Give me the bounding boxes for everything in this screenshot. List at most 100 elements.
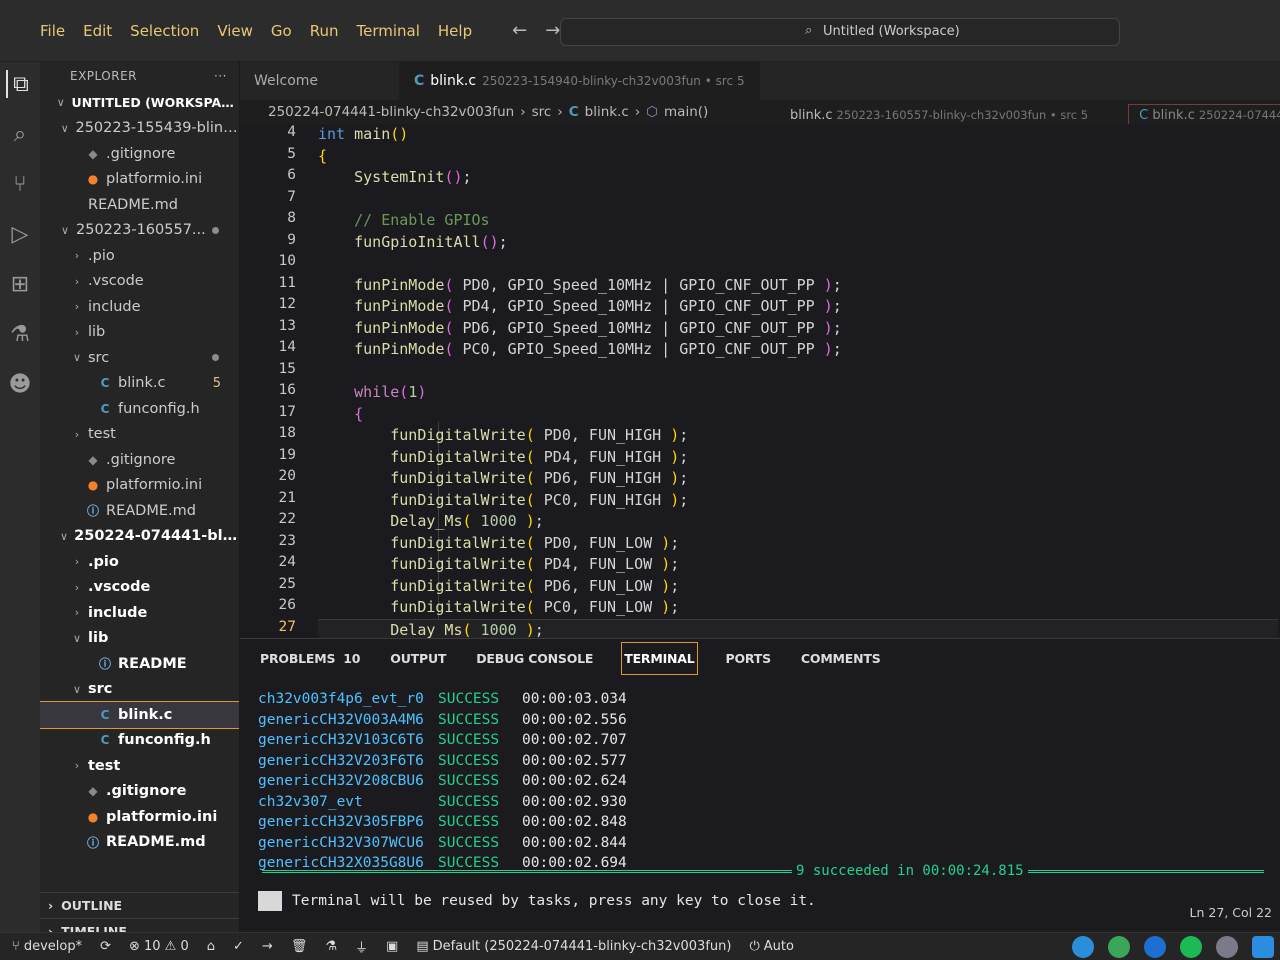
tree-folder[interactable]: › test (40, 422, 239, 448)
tree-file[interactable]: ● platformio.ini (40, 473, 239, 499)
menu-item-help[interactable]: Help (438, 22, 472, 40)
more-actions-icon[interactable]: ··· (214, 69, 227, 83)
workspace-root[interactable]: ∨ UNTITLED (WORKSPACE) (40, 90, 239, 116)
code-line[interactable]: Delay_Ms( 1000 ); (318, 618, 1278, 640)
menu-item-view[interactable]: View (217, 22, 253, 40)
code-line[interactable]: funDigitalWrite( PD0, FUN_LOW ); (318, 533, 679, 555)
menu-item-selection[interactable]: Selection (130, 22, 199, 40)
breadcrumb-item[interactable]: blink.c (585, 104, 629, 120)
timeline-section[interactable]: › TIMELINE (40, 918, 239, 932)
tree-folder[interactable]: › .pio (40, 243, 239, 269)
menu-item-go[interactable]: Go (271, 22, 292, 40)
source-control-icon[interactable]: ⑂ (6, 170, 34, 198)
menu-item-file[interactable]: File (40, 22, 65, 40)
problems-indicator[interactable]: ⊗ 10 ⚠ 0 (129, 939, 189, 954)
browser-icon[interactable] (1144, 936, 1166, 958)
code-line[interactable]: funDigitalWrite( PD4, FUN_HIGH ); (318, 447, 688, 469)
files-icon[interactable]: ⧉ (6, 70, 34, 98)
tree-folder[interactable]: › include (40, 294, 239, 320)
cursor-position[interactable]: Ln 27, Col 22 (1190, 905, 1272, 920)
platformio-icon[interactable]: ☻ (6, 370, 34, 398)
panel-tab-problems[interactable]: PROBLEMS 10 (258, 643, 362, 674)
tree-folder[interactable]: ∨ 250223-155439-blink... (40, 116, 239, 142)
code-line[interactable]: // Enable GPIOs (318, 210, 489, 232)
panel-tab-debug-console[interactable]: DEBUG CONSOLE (474, 643, 595, 674)
search-icon[interactable]: ⌕ (6, 120, 34, 148)
build-check-icon[interactable]: ✓ (233, 939, 244, 954)
branch-indicator[interactable]: ⑂ develop* (12, 939, 82, 954)
code-line[interactable]: SystemInit(); (318, 167, 471, 189)
tree-file[interactable]: ◆ .gitignore (40, 447, 239, 473)
code-line[interactable]: funDigitalWrite( PD6, FUN_LOW ); (318, 576, 679, 598)
breadcrumb-item[interactable]: src (532, 104, 552, 120)
tree-folder[interactable]: ∨ lib (40, 626, 239, 652)
tree-file[interactable]: Cblink.c (40, 701, 239, 729)
panel-tab-output[interactable]: OUTPUT (388, 643, 448, 674)
testing-icon[interactable]: ⚗ (6, 320, 34, 348)
tree-file[interactable]: ● platformio.ini (40, 804, 239, 830)
code-area[interactable]: int main(){ SystemInit(); // Enable GPIO… (318, 124, 1278, 640)
test-flask-icon[interactable]: ⚗ (325, 939, 337, 954)
tree-folder[interactable]: ∨ src (40, 345, 239, 371)
code-line[interactable]: Delay_Ms( 1000 ); (318, 511, 544, 533)
menu-item-edit[interactable]: Edit (83, 22, 112, 40)
tree-folder[interactable]: › include (40, 600, 239, 626)
code-line[interactable]: funPinMode( PD4, GPIO_Speed_10MHz | GPIO… (318, 296, 842, 318)
code-line[interactable]: funGpioInitAll(); (318, 232, 508, 254)
vscode-icon[interactable] (1252, 936, 1274, 958)
code-line[interactable]: funDigitalWrite( PD6, FUN_HIGH ); (318, 468, 688, 490)
serial-plug-icon[interactable]: ⏚ (355, 937, 368, 956)
code-line[interactable]: funDigitalWrite( PC0, FUN_HIGH ); (318, 490, 688, 512)
tree-folder[interactable]: ∨ 250223-160557... (40, 218, 239, 244)
panel-tab-ports[interactable]: PORTS (724, 643, 773, 674)
tree-file[interactable]: Cfunconfig.h (40, 396, 239, 422)
sync-icon[interactable]: ⟳ (100, 939, 111, 954)
tree-folder[interactable]: ∨ src (40, 677, 239, 703)
split-tab-blink-c[interactable]: blink.c 250223-160557-blinky-ch32v003fun … (790, 108, 1088, 123)
code-line[interactable]: funPinMode( PC0, GPIO_Speed_10MHz | GPIO… (318, 339, 842, 361)
code-line[interactable]: funPinMode( PD0, GPIO_Speed_10MHz | GPIO… (318, 275, 842, 297)
tree-folder[interactable]: › test (40, 753, 239, 779)
tree-file[interactable]: ⓘ README.md (40, 830, 239, 856)
home-icon[interactable]: ⌂ (207, 939, 215, 954)
app-icon[interactable] (1216, 936, 1238, 958)
tree-file[interactable]: Cblink.c 5 (40, 371, 239, 397)
panel-tab-comments[interactable]: COMMENTS (799, 643, 883, 674)
tree-file[interactable]: ⓘ README (40, 651, 239, 677)
tree-file[interactable]: ◆ .gitignore (40, 779, 239, 805)
auto-port[interactable]: ⏻ Auto (749, 939, 793, 954)
code-line[interactable]: funDigitalWrite( PC0, FUN_LOW ); (318, 597, 679, 619)
outline-section[interactable]: › OUTLINE (40, 892, 239, 918)
code-line[interactable]: funPinMode( PD6, GPIO_Speed_10MHz | GPIO… (318, 318, 842, 340)
breadcrumb-item[interactable]: 250224-074441-blinky-ch32v003fun (268, 104, 514, 120)
forward-arrow-icon[interactable]: → (545, 20, 560, 41)
run-debug-icon[interactable]: ▷ (6, 220, 34, 248)
terminal-output[interactable]: ch32v003f4p6_evt_r0 SUCCESS 00:00:03.034 ge… (258, 689, 1268, 874)
extensions-icon[interactable]: ⊞ (6, 270, 34, 298)
command-center[interactable]: ⌕ Untitled (Workspace) (560, 18, 1120, 46)
menu-item-terminal[interactable]: Terminal (357, 22, 420, 40)
breadcrumb-item[interactable]: main() (664, 104, 708, 120)
tab-blink-c[interactable]: Cblink.c 250223-154940-blinky-ch32v003fun… (400, 62, 760, 100)
tree-file[interactable]: ⓘ README.md (40, 498, 239, 524)
code-line[interactable]: int main() (318, 124, 408, 146)
tree-folder[interactable]: › .pio (40, 549, 239, 575)
code-line[interactable]: { (318, 404, 363, 426)
tree-folder[interactable]: ∨ 250224-074441-blink... (40, 524, 239, 550)
tree-folder[interactable]: › .vscode (40, 575, 239, 601)
tree-file[interactable]: README.md (40, 192, 239, 218)
tree-folder[interactable]: › .vscode (40, 269, 239, 295)
upload-arrow-icon[interactable]: → (262, 939, 273, 954)
menu-item-run[interactable]: Run (310, 22, 339, 40)
chat-icon[interactable] (1108, 936, 1130, 958)
project-env[interactable]: ▤ Default (250224-074441-blinky-ch32v003… (416, 939, 731, 954)
edge-icon[interactable] (1072, 936, 1094, 958)
tree-file[interactable]: ◆ .gitignore (40, 141, 239, 167)
code-line[interactable]: funDigitalWrite( PD4, FUN_LOW ); (318, 554, 679, 576)
tree-folder[interactable]: › lib (40, 320, 239, 346)
tab-welcome[interactable]: Welcome (240, 62, 400, 100)
clean-trash-icon[interactable]: 🗑 (291, 939, 308, 954)
code-line[interactable]: funDigitalWrite( PD0, FUN_HIGH ); (318, 425, 688, 447)
tree-file[interactable]: Cfunconfig.h (40, 728, 239, 754)
code-line[interactable]: { (318, 146, 327, 168)
